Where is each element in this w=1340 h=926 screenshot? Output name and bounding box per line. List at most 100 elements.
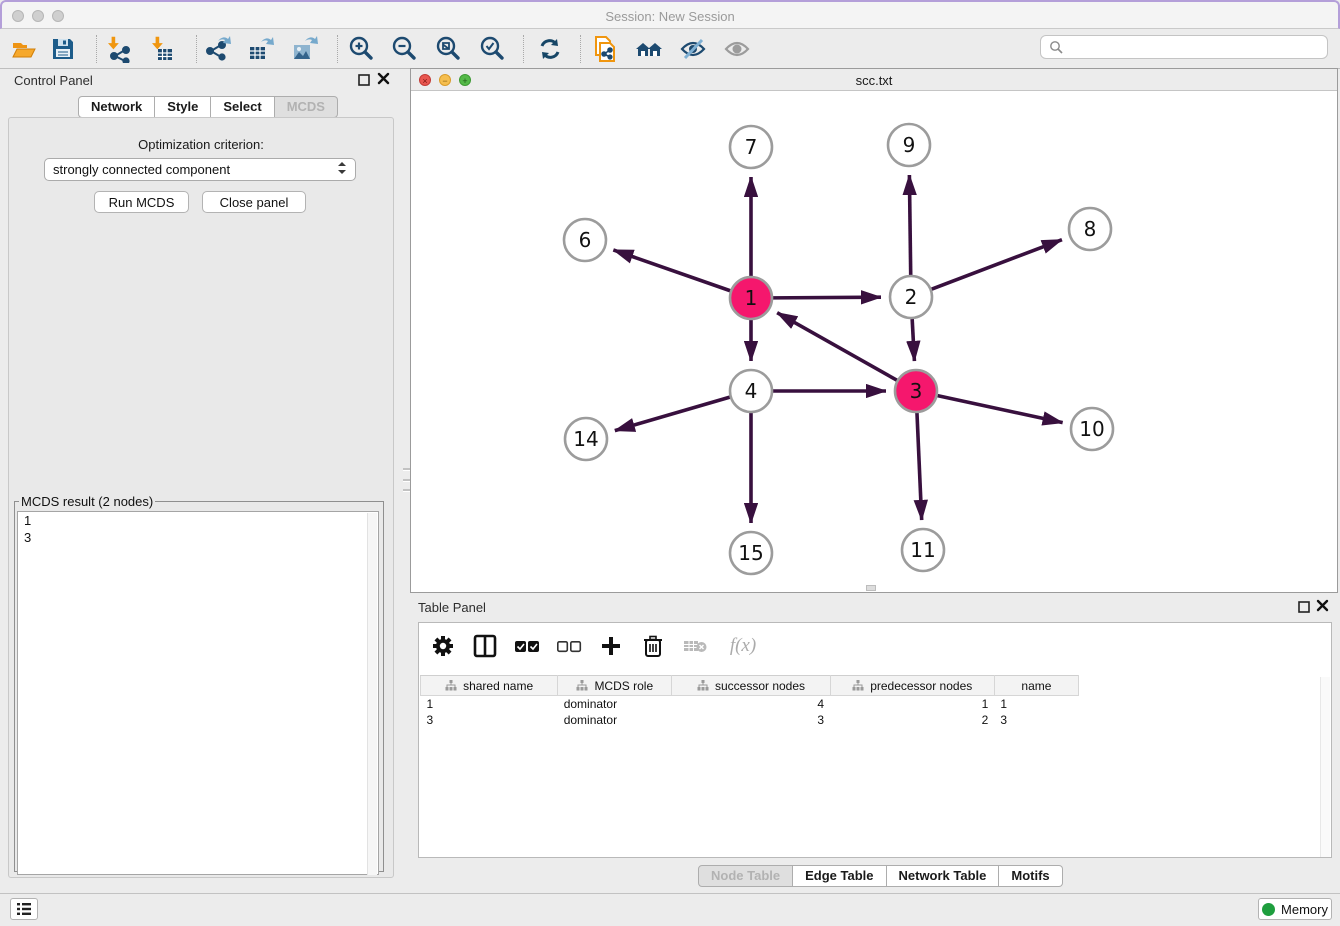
graph-node-label: 1 (745, 286, 758, 310)
graph-node-label: 4 (745, 379, 758, 403)
control-panel-close-icon[interactable] (377, 72, 390, 90)
split-columns-icon[interactable] (471, 632, 499, 660)
tab-network[interactable]: Network (78, 96, 155, 118)
table-row[interactable]: 1 dominator 4 1 1 (421, 696, 1079, 713)
hide-selected-icon[interactable] (678, 34, 708, 64)
graph-node-label: 7 (745, 135, 758, 159)
graph-node-label: 6 (579, 228, 592, 252)
zoom-fit-icon[interactable] (433, 34, 463, 64)
tab-network-table[interactable]: Network Table (887, 865, 1000, 887)
show-selected-icon[interactable] (722, 34, 752, 64)
memory-button[interactable]: Memory (1258, 898, 1332, 920)
function-builder-icon[interactable]: f(x) (723, 632, 763, 660)
network-window: × − + scc.txt 7968124314101511 (410, 68, 1338, 593)
graph-node-label: 11 (910, 538, 935, 562)
graph-edge-2-3[interactable] (912, 319, 914, 361)
mcds-result-line: 3 (18, 529, 378, 546)
tab-motifs[interactable]: Motifs (999, 865, 1062, 887)
graph-node-label: 9 (903, 133, 916, 157)
table-panel-tabs: Node Table Edge Table Network Table Moti… (698, 865, 1063, 887)
control-panel-tabs: Network Style Select MCDS (78, 96, 338, 118)
tab-mcds[interactable]: MCDS (275, 96, 338, 118)
column-header[interactable]: predecessor nodes (830, 676, 994, 696)
column-header[interactable]: shared name (421, 676, 558, 696)
toolbar-separator (96, 35, 97, 63)
graph-edge-3-11[interactable] (917, 413, 922, 520)
column-header[interactable]: MCDS role (558, 676, 672, 696)
table-row[interactable]: 3 dominator 3 2 3 (421, 712, 1079, 728)
column-header[interactable]: successor nodes (672, 676, 830, 696)
tab-node-table[interactable]: Node Table (698, 865, 793, 887)
toolbar-separator (580, 35, 581, 63)
graph-edge-3-10[interactable] (938, 396, 1063, 423)
window-title: Session: New Session (2, 9, 1338, 24)
memory-status-icon (1262, 903, 1275, 916)
column-header[interactable]: name (994, 676, 1078, 696)
graph-edge-2-9[interactable] (909, 175, 910, 275)
zoom-selected-icon[interactable] (477, 34, 507, 64)
panel-divider-grip[interactable] (403, 468, 410, 492)
table-scrollbar[interactable] (1320, 677, 1330, 857)
network-window-titlebar[interactable]: × − + scc.txt (411, 69, 1337, 91)
zoom-out-icon[interactable] (389, 34, 419, 64)
graph-edge-4-14[interactable] (615, 397, 730, 430)
mcds-result-scrollbar[interactable] (367, 513, 377, 875)
toolbar-separator (337, 35, 338, 63)
gear-icon[interactable] (429, 632, 457, 660)
delete-table-icon[interactable] (681, 632, 709, 660)
tab-select[interactable]: Select (211, 96, 274, 118)
delete-column-icon[interactable] (639, 632, 667, 660)
export-image-icon[interactable] (290, 34, 320, 64)
export-table-icon[interactable] (246, 34, 276, 64)
node-table-panel: f(x) shared name MCDS role successor nod… (418, 622, 1332, 858)
control-panel-title: Control Panel (14, 73, 93, 88)
search-input[interactable] (1040, 35, 1328, 59)
table-panel-close-icon[interactable] (1316, 599, 1329, 617)
task-history-button[interactable] (10, 898, 38, 920)
graph-edge-1-2[interactable] (773, 297, 881, 298)
zoom-in-icon[interactable] (346, 34, 376, 64)
control-panel-float-icon[interactable] (358, 73, 370, 91)
graph-edge-2-8[interactable] (932, 240, 1062, 290)
tab-style[interactable]: Style (155, 96, 211, 118)
mcds-result-textarea[interactable]: 1 3 (17, 511, 379, 875)
select-arrows-icon (337, 161, 347, 178)
search-field[interactable] (1063, 39, 1327, 55)
unselect-all-columns-icon[interactable] (555, 632, 583, 660)
mcds-result-group: MCDS result (2 nodes) 1 3 (14, 494, 384, 872)
import-network-icon[interactable] (104, 34, 134, 64)
criterion-select[interactable]: strongly connected component (44, 158, 356, 181)
graph-node-label: 10 (1079, 417, 1104, 441)
hierarchy-icon (852, 680, 864, 691)
save-session-icon[interactable] (48, 34, 78, 64)
graph-edge-1-6[interactable] (613, 250, 730, 291)
close-panel-button[interactable]: Close panel (202, 191, 306, 213)
table-panel-title: Table Panel (418, 600, 486, 615)
network-title: scc.txt (411, 73, 1337, 88)
criterion-value: strongly connected component (53, 162, 230, 177)
tab-edge-table[interactable]: Edge Table (793, 865, 886, 887)
graph-edge-3-1[interactable] (777, 313, 897, 380)
toolbar-separator (196, 35, 197, 63)
refresh-layout-icon[interactable] (535, 34, 565, 64)
mcds-result-title: MCDS result (2 nodes) (19, 494, 155, 509)
add-column-icon[interactable] (597, 632, 625, 660)
search-icon (1049, 40, 1063, 54)
optimization-criterion-label: Optimization criterion: (0, 137, 402, 152)
select-all-columns-icon[interactable] (513, 632, 541, 660)
import-table-icon[interactable] (148, 34, 178, 64)
table-panel-float-icon[interactable] (1298, 600, 1310, 618)
hierarchy-icon (445, 680, 457, 691)
node-table: shared name MCDS role successor nodes pr… (420, 675, 1079, 728)
home-networks-icon[interactable] (634, 34, 664, 64)
toolbar-separator (523, 35, 524, 63)
hierarchy-icon (576, 680, 588, 691)
status-bar (0, 893, 1340, 926)
copy-network-icon[interactable] (590, 34, 620, 64)
network-canvas[interactable]: 7968124314101511 (411, 91, 1337, 592)
network-resize-handle[interactable] (866, 585, 876, 591)
graph-node-label: 2 (905, 285, 918, 309)
open-file-icon[interactable] (8, 34, 38, 64)
run-mcds-button[interactable]: Run MCDS (94, 191, 189, 213)
export-network-icon[interactable] (203, 34, 233, 64)
